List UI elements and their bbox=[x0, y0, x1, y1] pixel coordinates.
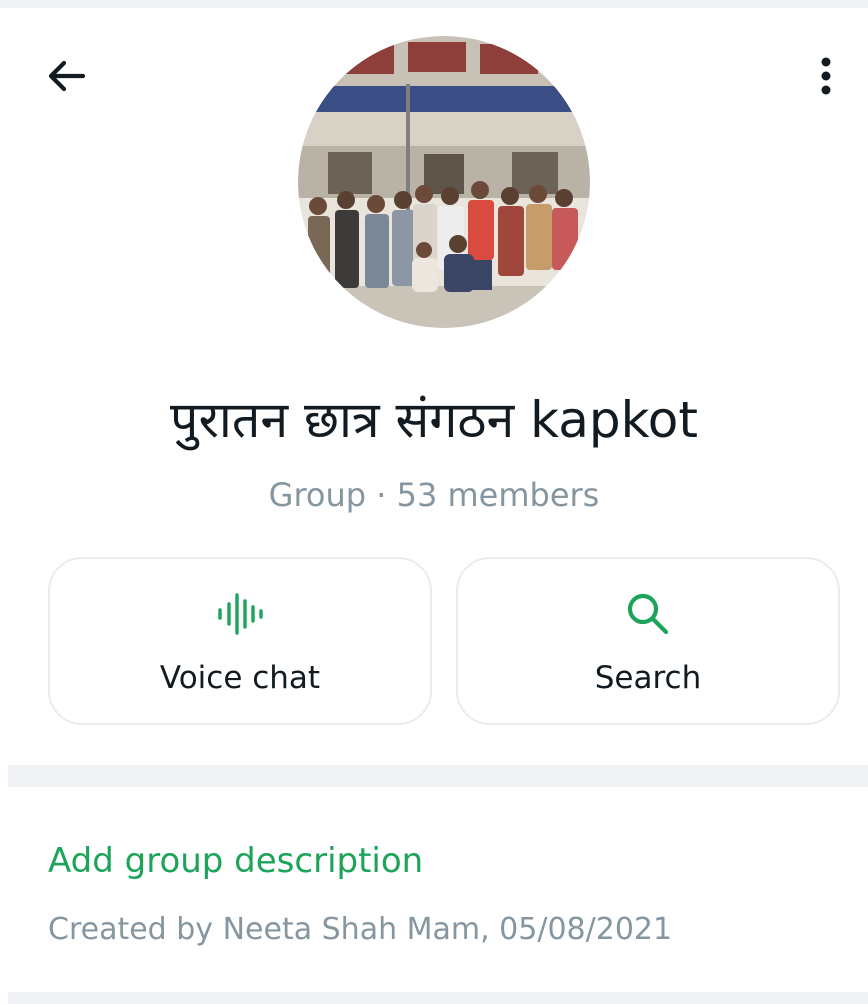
arrow-left-icon bbox=[48, 60, 86, 92]
voice-chat-button[interactable]: Voice chat bbox=[48, 557, 432, 725]
group-photo bbox=[298, 36, 590, 328]
more-options-button[interactable] bbox=[800, 50, 852, 102]
top-status-strip bbox=[0, 0, 868, 8]
created-by-text: Created by Neeta Shah Mam, 05/08/2021 bbox=[48, 912, 673, 947]
voice-chat-label: Voice chat bbox=[159, 660, 321, 696]
add-group-description-link[interactable]: Add group description bbox=[48, 838, 423, 884]
bottom-divider bbox=[8, 992, 868, 1004]
search-icon bbox=[458, 589, 838, 639]
section-divider bbox=[8, 765, 868, 787]
group-meta: Group · 53 members bbox=[268, 476, 600, 514]
group-avatar[interactable] bbox=[298, 36, 590, 328]
search-label: Search bbox=[594, 660, 702, 696]
search-button[interactable]: Search bbox=[456, 557, 840, 725]
group-name[interactable]: पुरातन छात्र संगठन kapkot bbox=[0, 386, 868, 454]
back-button[interactable] bbox=[38, 52, 94, 100]
voice-wave-icon bbox=[50, 589, 430, 639]
vertical-dots-icon bbox=[821, 57, 831, 95]
